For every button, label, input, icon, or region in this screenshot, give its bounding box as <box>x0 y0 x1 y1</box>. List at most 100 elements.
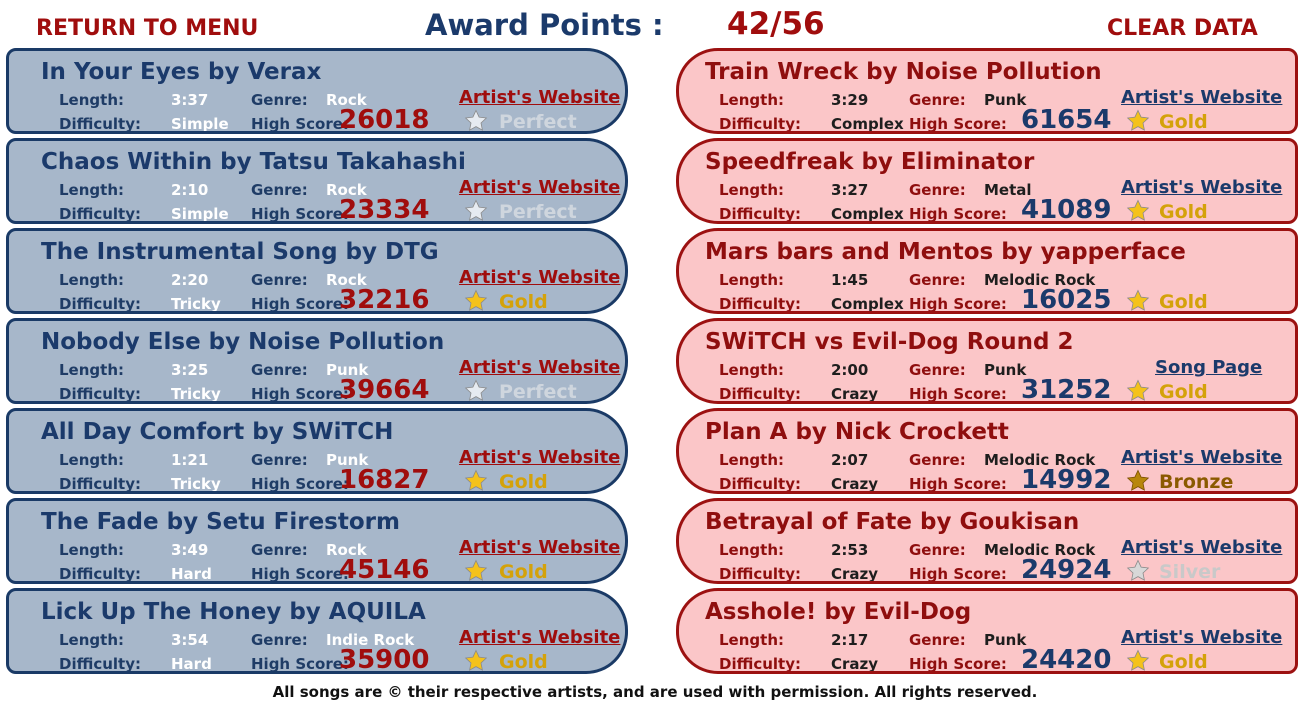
song-card: Betrayal of Fate by Goukisan Length: 2:53 D… <box>676 498 1298 584</box>
difficulty-label: Difficulty: <box>59 565 141 583</box>
difficulty-label: Difficulty: <box>719 205 801 223</box>
medal-label: Gold <box>1159 201 1208 223</box>
star-icon <box>464 559 488 581</box>
medal-label: Bronze <box>1159 471 1234 493</box>
high-score-value: 24924 <box>1021 555 1112 584</box>
song-card: Plan A by Nick Crockett Length: 2:07 Diffic… <box>676 408 1298 494</box>
high-score-label: High Score: <box>251 565 349 583</box>
genre-value: Punk <box>984 631 1027 649</box>
length-value: 3:54 <box>171 631 209 649</box>
difficulty-label: Difficulty: <box>59 115 141 133</box>
length-label: Length: <box>59 631 124 649</box>
difficulty-label: Difficulty: <box>719 655 801 673</box>
song-title: In Your Eyes by Verax <box>41 59 322 85</box>
high-score-value: 26018 <box>339 105 430 134</box>
artist-website-link[interactable]: Artist's Website <box>1121 537 1282 558</box>
artist-website-link[interactable]: Artist's Website <box>459 537 620 558</box>
difficulty-value: Crazy <box>831 385 879 403</box>
difficulty-value: Tricky <box>171 475 221 493</box>
difficulty-value: Crazy <box>831 655 879 673</box>
artist-website-link[interactable]: Artist's Website <box>1121 87 1282 108</box>
length-label: Length: <box>59 271 124 289</box>
genre-label: Genre: <box>251 361 308 379</box>
artist-website-link[interactable]: Artist's Website <box>459 627 620 648</box>
song-card: The Instrumental Song by DTG Length: 2:20 D… <box>6 228 628 314</box>
length-value: 3:25 <box>171 361 209 379</box>
difficulty-label: Difficulty: <box>59 295 141 313</box>
difficulty-label: Difficulty: <box>59 205 141 223</box>
artist-website-link[interactable]: Artist's Website <box>459 87 620 108</box>
song-title: Mars bars and Mentos by yapperface <box>705 239 1186 265</box>
artist-website-link[interactable]: Artist's Website <box>459 447 620 468</box>
high-score-value: 23334 <box>339 195 430 224</box>
medal-label: Gold <box>499 471 548 493</box>
medal-label: Perfect <box>499 201 577 223</box>
song-title: Plan A by Nick Crockett <box>705 419 1009 445</box>
artist-website-link[interactable]: Artist's Website <box>1121 177 1282 198</box>
star-icon <box>1126 649 1150 671</box>
genre-value: Punk <box>984 91 1027 109</box>
song-card: In Your Eyes by Verax Length: 3:37 Difficul… <box>6 48 628 134</box>
star-icon <box>464 649 488 671</box>
genre-value: Punk <box>984 361 1027 379</box>
difficulty-label: Difficulty: <box>719 565 801 583</box>
star-icon <box>1126 379 1150 401</box>
song-title: Lick Up The Honey by AQUILA <box>41 599 426 625</box>
copyright-footer: All songs are © their respective artists… <box>272 683 1038 701</box>
difficulty-label: Difficulty: <box>719 295 801 313</box>
length-value: 3:37 <box>171 91 209 109</box>
song-card: The Fade by Setu Firestorm Length: 3:49 Dif… <box>6 498 628 584</box>
difficulty-value: Crazy <box>831 565 879 583</box>
high-score-label: High Score: <box>251 295 349 313</box>
length-label: Length: <box>59 541 124 559</box>
genre-label: Genre: <box>909 541 966 559</box>
difficulty-label: Difficulty: <box>719 385 801 403</box>
star-icon <box>1126 469 1150 491</box>
star-icon <box>1126 559 1150 581</box>
length-value: 1:21 <box>171 451 209 469</box>
clear-data-button[interactable]: CLEAR DATA <box>1107 16 1258 41</box>
genre-label: Genre: <box>251 631 308 649</box>
length-value: 3:27 <box>831 181 869 199</box>
high-score-value: 24420 <box>1021 645 1112 674</box>
difficulty-value: Complex <box>831 205 904 223</box>
length-value: 2:53 <box>831 541 869 559</box>
length-value: 2:20 <box>171 271 209 289</box>
high-score-label: High Score: <box>251 115 349 133</box>
star-icon <box>1126 199 1150 221</box>
song-title: Train Wreck by Noise Pollution <box>705 59 1102 85</box>
difficulty-value: Hard <box>171 565 212 583</box>
artist-website-link[interactable]: Artist's Website <box>1121 447 1282 468</box>
song-page-link[interactable]: Song Page <box>1155 357 1262 378</box>
artist-website-link[interactable]: Artist's Website <box>459 267 620 288</box>
difficulty-value: Hard <box>171 655 212 673</box>
high-score-value: 61654 <box>1021 105 1112 134</box>
genre-label: Genre: <box>909 361 966 379</box>
award-points-label: Award Points : <box>425 8 664 42</box>
medal-label: Perfect <box>499 381 577 403</box>
genre-label: Genre: <box>909 181 966 199</box>
length-label: Length: <box>719 91 784 109</box>
genre-label: Genre: <box>251 271 308 289</box>
length-label: Length: <box>719 181 784 199</box>
song-title: SWiTCH vs Evil-Dog Round 2 <box>705 329 1074 355</box>
high-score-label: High Score: <box>251 385 349 403</box>
length-value: 3:29 <box>831 91 869 109</box>
medal-label: Gold <box>499 651 548 673</box>
artist-website-link[interactable]: Artist's Website <box>459 357 620 378</box>
length-value: 2:00 <box>831 361 869 379</box>
song-title: The Instrumental Song by DTG <box>41 239 439 265</box>
difficulty-label: Difficulty: <box>719 475 801 493</box>
high-score-value: 16827 <box>339 465 430 494</box>
difficulty-value: Complex <box>831 115 904 133</box>
high-score-label: High Score: <box>909 565 1007 583</box>
length-value: 2:17 <box>831 631 869 649</box>
high-score-label: High Score: <box>909 295 1007 313</box>
high-score-value: 31252 <box>1021 375 1112 404</box>
difficulty-value: Crazy <box>831 475 879 493</box>
return-to-menu-button[interactable]: RETURN TO MENU <box>36 16 258 41</box>
star-icon <box>464 379 488 401</box>
artist-website-link[interactable]: Artist's Website <box>459 177 620 198</box>
length-label: Length: <box>719 271 784 289</box>
artist-website-link[interactable]: Artist's Website <box>1121 627 1282 648</box>
